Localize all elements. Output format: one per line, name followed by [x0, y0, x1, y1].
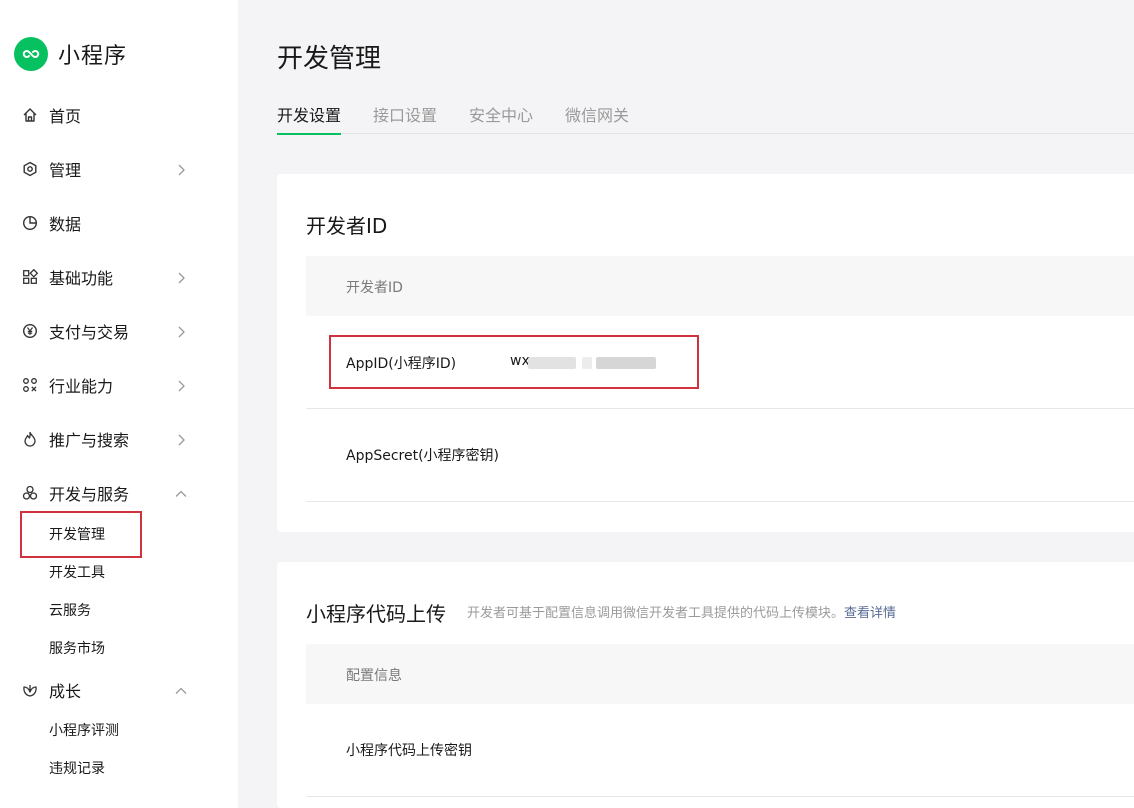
chevron-right-icon: [174, 432, 188, 446]
sidebar-item-label: 数据: [49, 215, 82, 234]
industry-icon: [22, 377, 38, 393]
sidebar-subitem-cloud[interactable]: 云服务: [0, 594, 238, 626]
sidebar-item-basic-features[interactable]: 基础功能: [0, 257, 238, 297]
upload-key-label: 小程序代码上传密钥: [346, 743, 472, 759]
table-row-appsecret: AppSecret(小程序密钥): [306, 409, 1134, 502]
tab-dev-settings[interactable]: 开发设置: [277, 102, 342, 135]
yen-icon: [22, 323, 38, 339]
dev-service-icon: [22, 485, 38, 501]
sidebar-item-payment[interactable]: 支付与交易: [0, 311, 238, 351]
sidebar-item-label: 管理: [49, 161, 82, 180]
sidebar-item-growth[interactable]: 成长: [0, 670, 238, 710]
table-header: 开发者ID: [306, 256, 1134, 316]
sidebar-subitem-label: 小程序评测: [49, 723, 119, 739]
sidebar-item-dev-service[interactable]: 开发与服务: [0, 473, 238, 513]
sidebar-subitem-violations[interactable]: 违规记录: [0, 752, 238, 784]
sidebar-subitem-label: 开发工具: [49, 565, 105, 581]
sidebar: 小程序 首页 管理 数据 基础功能 支付与交易 行业能力 推广与搜索 开发与服务…: [0, 0, 238, 808]
sidebar-item-label: 支付与交易: [49, 323, 130, 342]
page-title: 开发管理: [277, 44, 382, 74]
sidebar-item-data[interactable]: 数据: [0, 203, 238, 243]
sidebar-item-home[interactable]: 首页: [0, 95, 238, 135]
sidebar-item-label: 开发与服务: [49, 485, 130, 504]
table-row-upload-key: 小程序代码上传密钥: [306, 704, 1134, 797]
highlight-box-appid: [329, 335, 699, 389]
sidebar-item-label: 行业能力: [49, 377, 114, 396]
sidebar-item-promotion[interactable]: 推广与搜索: [0, 419, 238, 459]
tab-bar: 开发设置 接口设置 安全中心 微信网关: [277, 100, 1134, 135]
sidebar-item-manage[interactable]: 管理: [0, 149, 238, 189]
appsecret-label: AppSecret(小程序密钥): [346, 448, 500, 464]
highlight-box-dev-manage: [20, 511, 142, 558]
sidebar-item-label: 首页: [49, 107, 82, 126]
chevron-right-icon: [174, 270, 188, 284]
tab-wechat-gateway[interactable]: 微信网关: [565, 102, 629, 134]
brand[interactable]: 小程序: [14, 36, 127, 72]
sidebar-subitem-dev-tools[interactable]: 开发工具: [0, 556, 238, 588]
growth-icon: [22, 682, 38, 698]
table-header-label: 开发者ID: [346, 280, 403, 296]
grid-icon: [22, 268, 39, 285]
tab-api-settings[interactable]: 接口设置: [373, 102, 437, 134]
sidebar-item-industry[interactable]: 行业能力: [0, 365, 238, 405]
sidebar-subitem-market[interactable]: 服务市场: [0, 632, 238, 664]
main-content: 开发管理 开发设置 接口设置 安全中心 微信网关 开发者ID 开发者ID App…: [238, 0, 1134, 808]
sidebar-subitem-label: 云服务: [49, 603, 91, 619]
card-title: 开发者ID: [306, 214, 388, 238]
chevron-up-icon: [174, 486, 188, 500]
chevron-right-icon: [174, 324, 188, 338]
sidebar-subitem-label: 服务市场: [49, 641, 105, 657]
code-upload-card: 小程序代码上传 开发者可基于配置信息调用微信开发者工具提供的代码上传模块。查看详…: [277, 562, 1134, 808]
hexagon-icon: [22, 161, 38, 177]
chevron-up-icon: [174, 683, 188, 697]
card-description-text: 开发者可基于配置信息调用微信开发者工具提供的代码上传模块。: [467, 606, 845, 621]
tab-security-center[interactable]: 安全中心: [469, 102, 533, 134]
sidebar-subitem-review[interactable]: 小程序评测: [0, 714, 238, 746]
sidebar-item-label: 成长: [49, 682, 82, 701]
table-header-label: 配置信息: [346, 668, 402, 684]
flame-icon: [22, 431, 38, 447]
card-description: 开发者可基于配置信息调用微信开发者工具提供的代码上传模块。查看详情: [467, 602, 896, 621]
sidebar-item-label: 基础功能: [49, 269, 114, 288]
view-details-link[interactable]: 查看详情: [844, 606, 896, 621]
home-icon: [22, 107, 38, 123]
card-title: 小程序代码上传: [306, 602, 446, 626]
table-header: 配置信息: [306, 644, 1134, 704]
sidebar-item-label: 推广与搜索: [49, 431, 130, 450]
brand-title: 小程序: [58, 44, 128, 69]
mini-program-logo-icon: [14, 37, 48, 71]
sidebar-subitem-label: 违规记录: [49, 761, 105, 777]
pie-chart-icon: [22, 215, 38, 231]
chevron-right-icon: [174, 378, 188, 392]
chevron-right-icon: [174, 162, 188, 176]
